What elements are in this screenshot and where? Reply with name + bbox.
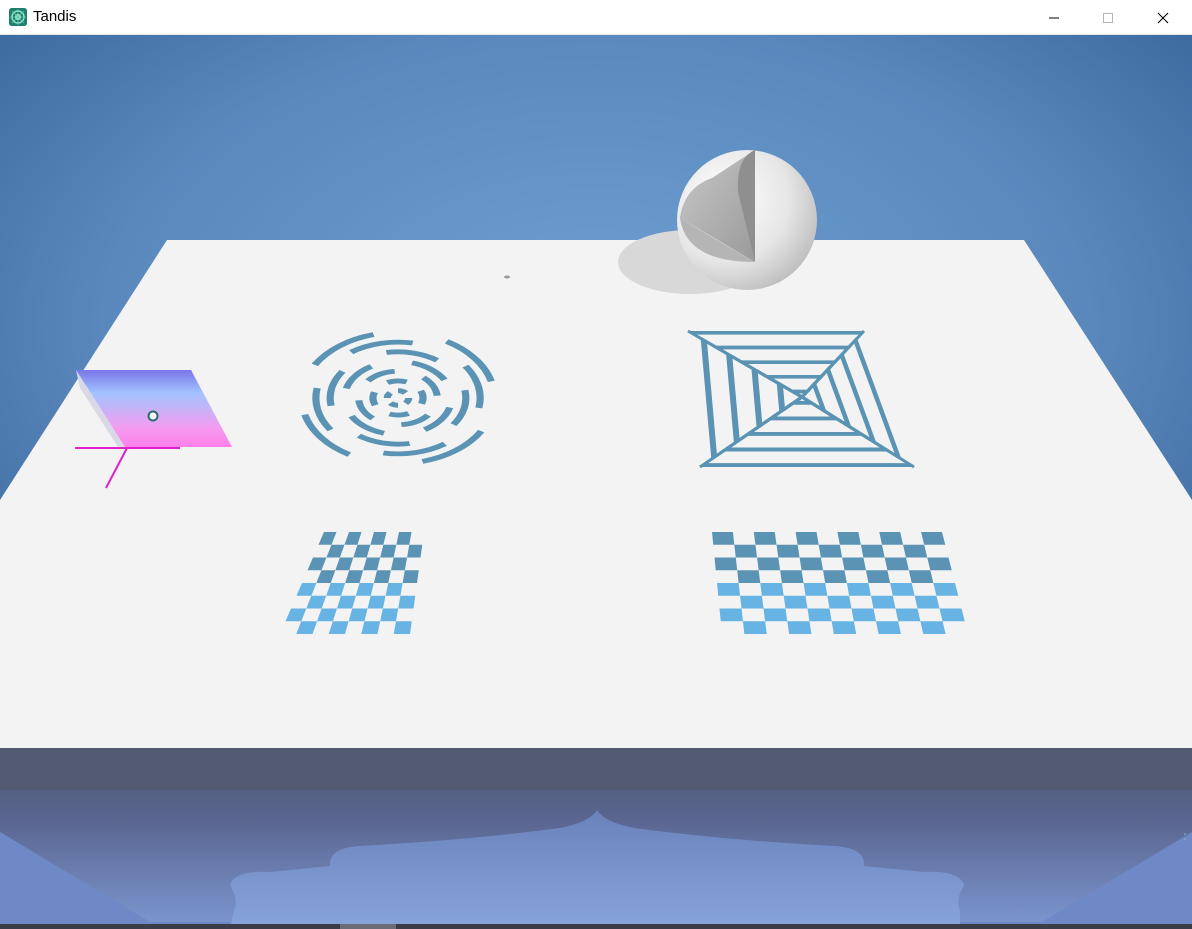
checker-square [799,557,824,571]
taskbar-tab[interactable] [340,924,396,929]
checker-square [895,608,921,622]
checker-square [787,621,812,634]
maximize-button[interactable] [1081,0,1135,35]
checker-square [914,595,940,609]
checker-square [742,621,767,634]
checker-square [740,595,764,609]
checker-square [367,595,386,609]
scene-marker-dot [504,275,510,279]
checker-square [803,583,828,596]
spiral-stripe [700,463,914,467]
checker-square [361,621,381,634]
table-edge-shadow [0,748,1192,790]
checker-square [818,544,843,558]
checker-square [920,621,946,634]
checker-square [380,608,399,622]
checker-square [390,557,408,571]
checker-square [933,583,959,596]
checker-square [763,608,788,622]
window-title: Tandis [33,8,77,25]
3d-viewport[interactable]: : [0,35,1192,929]
checker-square [908,570,934,583]
checker-square [939,608,965,622]
checker-square [757,557,781,571]
checker-square [714,557,738,571]
checker-square [783,595,808,609]
checker-square [753,532,777,545]
checker-square [780,570,804,583]
tandis-app-icon [9,8,27,26]
checker-square [717,583,741,596]
checker-square [760,583,784,596]
close-icon [1157,12,1169,23]
minimize-icon [1049,17,1059,18]
cut-sphere[interactable] [677,150,817,290]
checker-square [385,583,403,596]
checker-square [795,532,819,545]
checker-square [402,570,419,583]
spiral-stripe [688,331,864,335]
spiral-stripe [713,345,851,350]
checker-square [734,544,758,558]
checker-square [737,570,761,583]
table-top [0,240,1192,748]
spiral-stripe [764,375,823,379]
checker-square [776,544,800,558]
close-button[interactable] [1136,0,1190,35]
checker-square [860,544,885,558]
checker-square [870,595,896,609]
checker-square [927,557,952,571]
checker-square [712,532,735,545]
minimize-button[interactable] [1027,0,1081,35]
spiral-stripe [738,360,837,364]
checker-square [823,570,847,583]
checker-square [827,595,852,609]
checker-square [842,557,866,571]
checker-square [831,621,857,634]
checker-square [879,532,904,545]
checker-square [865,570,891,583]
checker-square [876,621,901,634]
checker-square [846,583,871,596]
taskbar-strip [0,924,1192,929]
3d-scene[interactable]: : [0,35,1192,929]
pivot-handle[interactable] [147,410,159,422]
edge-glyph: : [1183,829,1187,843]
checker-square [807,608,832,622]
app-window: Tandis: [0,0,1192,929]
checker-square [407,544,423,558]
checker-square [851,608,877,622]
checker-square [884,557,909,571]
spiral-stripe [722,447,890,452]
maximize-icon [1103,12,1113,23]
checker-square [921,532,946,545]
spiral-stripe [745,432,865,436]
spiral-stripe [768,416,840,421]
checker-square [903,544,928,558]
checker-square [890,583,915,596]
checker-square [837,532,861,545]
title-bar[interactable]: Tandis [0,0,1192,35]
checker-square [393,621,412,634]
checker-square [398,595,416,609]
checker-square [719,608,743,622]
